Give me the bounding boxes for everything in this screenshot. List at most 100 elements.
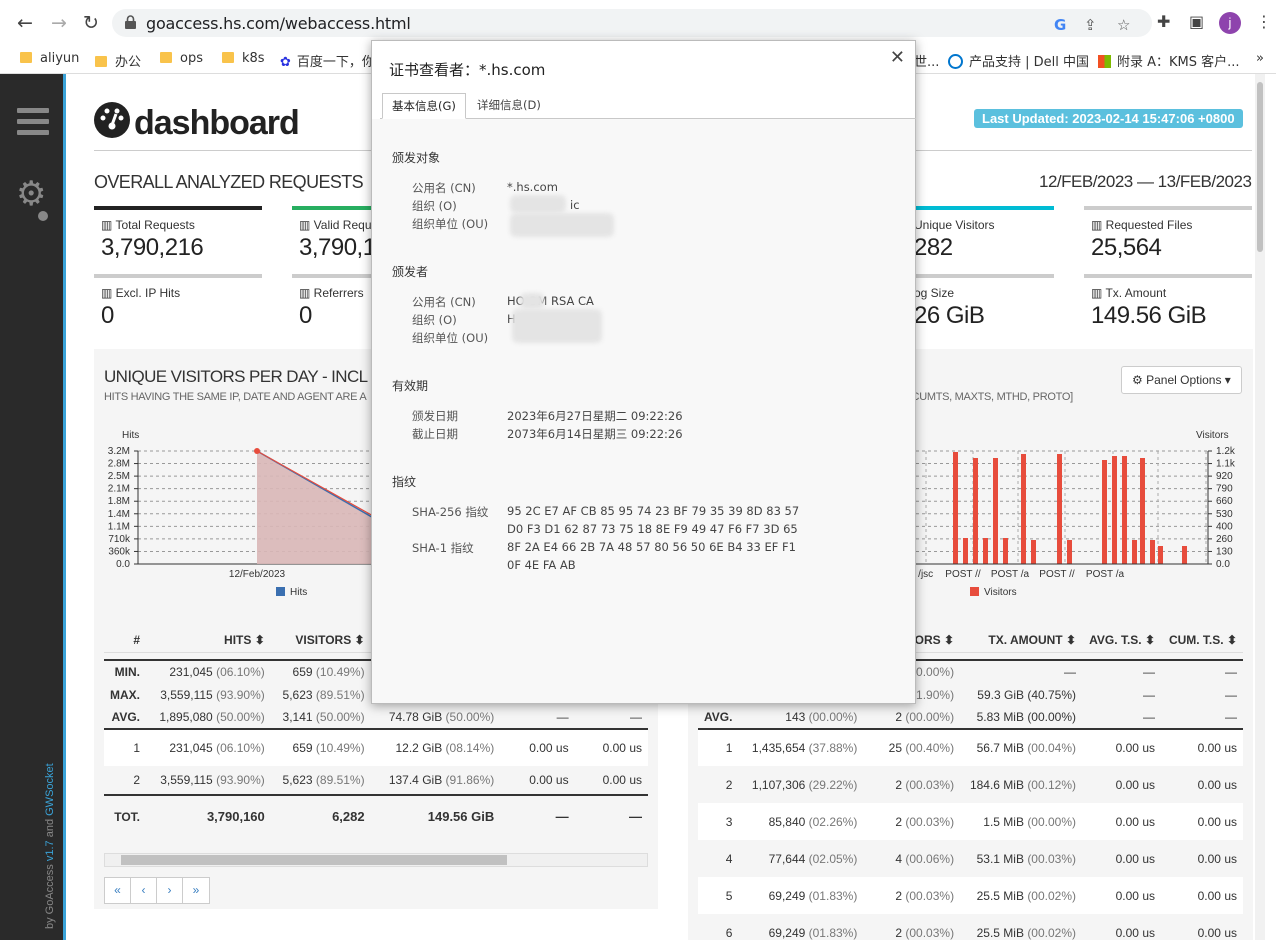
page-scrollbar[interactable] bbox=[1255, 74, 1265, 940]
share-icon[interactable]: ⇪ bbox=[1084, 16, 1097, 34]
issuer-heading: 颁发者 bbox=[392, 265, 429, 279]
bar bbox=[1057, 454, 1062, 564]
y-tick-label: 2.8M bbox=[108, 459, 130, 470]
bar-chart-icon: ▥ bbox=[101, 218, 116, 232]
bookmark-dell[interactable]: 产品支持 | Dell 中国 bbox=[948, 51, 1089, 70]
bar-chart-icon: ▥ bbox=[1091, 218, 1106, 232]
lock-icon[interactable] bbox=[124, 15, 137, 30]
table-row: 1 231,045 (06.10%) 659 (10.49%) 12.2 GiB (0… bbox=[104, 729, 648, 766]
bar bbox=[1158, 546, 1163, 564]
bookmark-kms[interactable]: 附录 A：KMS 客户... bbox=[1098, 51, 1240, 70]
pagination: « ‹ › » bbox=[104, 877, 210, 904]
bookmark-k8s[interactable]: k8s bbox=[222, 51, 265, 66]
x-tick-label: 12/Feb/2023 bbox=[229, 569, 286, 580]
bar bbox=[1031, 540, 1036, 564]
table-row: 2 3,559,115 (93.90%) 5,623 (89.51%) 137.4 G… bbox=[133, 773, 642, 787]
summary-row-avg: AVG. 143 (00.00%) 2 (00.00%) 5.83 MiB (00.0… bbox=[698, 706, 1243, 729]
table-row: 1 1,435,654 (37.88%) 25 (00.40%) 56.7 MiB (… bbox=[698, 729, 1243, 766]
google-translate-icon[interactable]: G bbox=[1054, 16, 1066, 34]
scrollbar-thumb[interactable] bbox=[1257, 82, 1263, 252]
hits-area bbox=[257, 451, 384, 564]
bookmark-office[interactable]: 办公 bbox=[95, 51, 141, 70]
url-text[interactable]: goaccess.hs.com/webaccess.html bbox=[146, 14, 411, 33]
y-tick-label: 0.0 bbox=[1216, 559, 1230, 570]
tab-basic-info[interactable]: 基本信息(G) bbox=[382, 93, 466, 119]
close-icon[interactable]: ✕ bbox=[890, 47, 905, 68]
bar bbox=[1140, 458, 1145, 564]
more-bookmarks-icon[interactable]: » bbox=[1256, 51, 1264, 66]
panel-options-button[interactable]: ⚙ Panel Options ▾ bbox=[1121, 366, 1242, 394]
date-range: 12/FEB/2023 — 13/FEB/2023 bbox=[1039, 172, 1252, 191]
y-tick-label: 660 bbox=[1216, 496, 1233, 507]
y-tick-label: 920 bbox=[1216, 471, 1233, 482]
bar bbox=[1132, 540, 1137, 564]
column-header[interactable]: # bbox=[104, 629, 146, 652]
chart-ylabel: Visitors bbox=[1196, 430, 1229, 441]
y-tick-label: 1.4M bbox=[108, 509, 130, 520]
bar-chart-icon: ▥ bbox=[299, 286, 314, 300]
legend-swatch bbox=[276, 587, 285, 596]
card-tx-amount: ▥ Tx. Amount 149.56 GiB bbox=[1084, 274, 1252, 336]
page-prev-button[interactable]: ‹ bbox=[131, 877, 157, 904]
x-tick-labels: ET /jsc POST //POST /a POST //POST /a bbox=[903, 569, 1125, 580]
y-tick-label: 0.0 bbox=[116, 559, 130, 570]
address-bar[interactable]: goaccess.hs.com/webaccess.html G ⇪ ☆ bbox=[112, 9, 1152, 37]
data-point bbox=[254, 448, 260, 454]
bookmark-star-icon[interactable]: ☆ bbox=[1117, 16, 1130, 34]
bar-chart-icon: ▥ bbox=[101, 286, 116, 300]
sidebar: ⚙ by GoAccess v1.7 and GWSocket bbox=[0, 74, 66, 940]
forward-icon[interactable]: → bbox=[46, 10, 72, 36]
scrollbar-thumb[interactable] bbox=[121, 855, 507, 865]
last-updated-badge: Last Updated: 2023-02-14 15:47:06 +0800 bbox=[974, 109, 1243, 128]
folder-icon bbox=[20, 52, 32, 63]
column-header[interactable]: HITS ⬍ bbox=[146, 629, 271, 652]
settings-gear-icon[interactable]: ⚙ bbox=[16, 174, 46, 214]
hits-area-chart: Hits 0.0 360k710k 1.1M1.4M 1.8M2.1M 2.5M2.8M… bbox=[108, 430, 384, 598]
y-tick-label: 360k bbox=[108, 546, 131, 557]
y-tick-label: 1.2k bbox=[1216, 446, 1236, 457]
tab-details[interactable]: 详细信息(D) bbox=[468, 93, 550, 119]
y-tick-label: 790 bbox=[1216, 484, 1233, 495]
back-icon[interactable]: ← bbox=[12, 10, 38, 36]
bookmark-baidu[interactable]: ✿ 百度一下，你 bbox=[280, 51, 375, 70]
panel-title: UNIQUE VISITORS PER DAY - INCL bbox=[104, 367, 368, 386]
dialog-tabs: 基本信息(G) 详细信息(D) bbox=[380, 93, 916, 119]
dashboard-gauge-icon bbox=[94, 102, 130, 138]
bookmark-ops[interactable]: ops bbox=[160, 51, 203, 66]
bar-chart-icon: ▥ bbox=[1091, 286, 1106, 300]
panel-subtitle: HITS HAVING THE SAME IP, DATE AND AGENT … bbox=[104, 391, 367, 403]
reload-icon[interactable]: ↻ bbox=[78, 10, 104, 36]
table-row: 6 69,249 (01.83%) 2 (00.03%) 25.5 MiB (00.0… bbox=[725, 925, 1237, 940]
bar bbox=[993, 458, 998, 564]
panel-subtitle: S, CUMTS, MAXTS, MTHD, PROTO] bbox=[899, 391, 1073, 403]
gear-icon: ⚙ bbox=[1132, 373, 1147, 387]
y-tick-label: 1.1M bbox=[108, 521, 130, 532]
bar bbox=[1182, 546, 1187, 564]
bar bbox=[963, 538, 968, 564]
folder-icon bbox=[160, 52, 172, 63]
baidu-paw-icon: ✿ bbox=[280, 55, 291, 70]
bar bbox=[1003, 538, 1008, 564]
column-header[interactable]: VISITORS ⬍ bbox=[271, 629, 371, 652]
page-last-button[interactable]: » bbox=[183, 877, 210, 904]
y-tick-label: 710k bbox=[108, 534, 131, 545]
column-header[interactable]: TX. AMOUNT ⬍ bbox=[960, 629, 1082, 652]
horizontal-scrollbar[interactable] bbox=[104, 853, 648, 867]
hamburger-menu-icon[interactable] bbox=[17, 108, 49, 141]
bookmark-aliyun[interactable]: aliyun bbox=[20, 51, 79, 66]
y-tick-label: 3.2M bbox=[108, 446, 130, 457]
extensions-icon[interactable]: ✚ bbox=[1157, 12, 1170, 31]
page-next-button[interactable]: › bbox=[157, 877, 183, 904]
legend-swatch bbox=[970, 587, 979, 596]
more-menu-icon[interactable]: ⋮ bbox=[1256, 12, 1272, 31]
status-dot bbox=[38, 211, 48, 221]
column-header[interactable]: CUM. T.S. ⬍ bbox=[1161, 629, 1243, 652]
column-header[interactable]: AVG. T.S. ⬍ bbox=[1082, 629, 1161, 652]
bookmark-hidden[interactable]: 世... bbox=[914, 51, 939, 70]
y-axis-ticks: 0.0 130260 400530 660790 9201.1k 1.2k bbox=[1208, 446, 1236, 570]
validity-heading: 有效期 bbox=[392, 379, 429, 393]
page-first-button[interactable]: « bbox=[104, 877, 131, 904]
dialog-title: 证书查看者：*.hs.com bbox=[389, 61, 546, 79]
profile-avatar[interactable]: j bbox=[1219, 12, 1241, 34]
side-panel-icon[interactable]: ▣ bbox=[1189, 12, 1204, 31]
